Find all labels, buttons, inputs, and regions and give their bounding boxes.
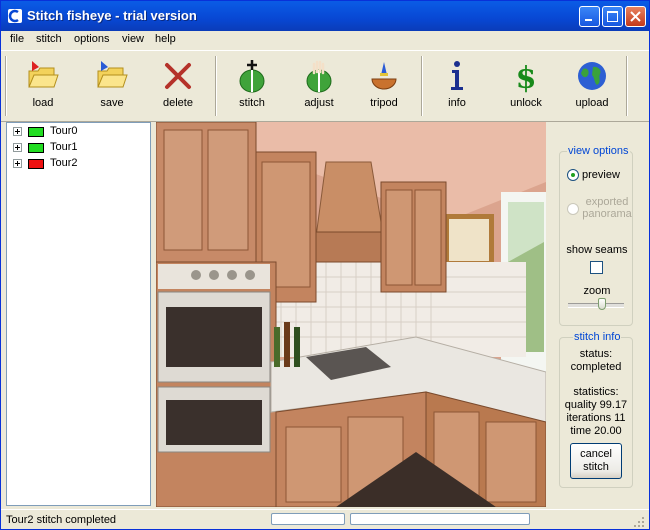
globe-icon xyxy=(578,62,606,90)
zoom-slider-track[interactable] xyxy=(568,303,624,308)
status-swatch xyxy=(28,159,44,169)
maximize-icon xyxy=(607,11,618,22)
statistics-label: statistics: xyxy=(573,386,619,398)
tour-tree[interactable]: Tour0 Tour1 Tour2 xyxy=(6,122,151,506)
panorama-preview[interactable] xyxy=(156,122,546,507)
stitch-info-title: stitch info xyxy=(573,331,622,343)
upload-button[interactable]: upload xyxy=(562,59,622,115)
stitch-icon xyxy=(239,60,265,93)
preview-label[interactable]: preview xyxy=(582,169,620,181)
toolbar-separator xyxy=(215,56,217,116)
close-icon xyxy=(630,11,641,22)
load-button[interactable]: load xyxy=(13,59,73,115)
show-seams-checkbox[interactable] xyxy=(590,261,603,274)
status-value: completed xyxy=(570,361,622,373)
iterations-value: iterations 11 xyxy=(566,412,626,424)
status-swatch xyxy=(28,127,44,137)
resize-grip-icon[interactable] xyxy=(633,516,645,528)
quality-value: quality 99.17 xyxy=(564,399,628,411)
toolbar-separator xyxy=(421,56,423,116)
menu-view[interactable]: view xyxy=(122,33,144,45)
expand-icon[interactable] xyxy=(13,143,22,152)
menu-stitch[interactable]: stitch xyxy=(36,33,62,45)
adjust-hand-icon xyxy=(306,60,332,93)
save-button[interactable]: save xyxy=(82,59,142,115)
stitch-info-group: stitch info status: completed statistics… xyxy=(559,331,633,488)
stitch-label: stitch xyxy=(239,97,265,109)
maximize-button[interactable] xyxy=(602,6,623,27)
minimize-button[interactable] xyxy=(579,6,600,27)
toolbar: load save delete stitch adjust tripod in… xyxy=(1,50,649,122)
time-value: time 20.00 xyxy=(570,425,622,437)
save-label: save xyxy=(100,97,124,109)
delete-x-icon xyxy=(165,63,191,89)
zoom-label: zoom xyxy=(583,285,611,297)
status-swatch xyxy=(28,143,44,153)
app-window: Stitch fisheye - trial version file stit… xyxy=(0,0,650,530)
toolbar-separator xyxy=(5,56,7,116)
zoom-slider-thumb[interactable] xyxy=(597,298,606,310)
tree-item-label: Tour1 xyxy=(50,141,78,153)
tripod-button[interactable]: tripod xyxy=(354,59,414,115)
menu-help[interactable]: help xyxy=(155,33,176,45)
show-seams-label: show seams xyxy=(566,244,628,256)
close-button[interactable] xyxy=(625,6,646,27)
menu-bar: file stitch options view help xyxy=(1,31,649,49)
minimize-icon xyxy=(585,19,592,21)
tree-item-label: Tour2 xyxy=(50,157,78,169)
tripod-icon xyxy=(371,62,397,90)
title-bar[interactable]: Stitch fisheye - trial version xyxy=(1,1,649,31)
folder-save-icon xyxy=(97,61,128,88)
status-pane xyxy=(271,513,345,525)
adjust-button[interactable]: adjust xyxy=(289,59,349,115)
tree-item-label: Tour0 xyxy=(50,125,78,137)
view-options-title: view options xyxy=(567,145,630,157)
app-icon xyxy=(8,9,22,23)
svg-text:$: $ xyxy=(516,61,537,93)
toolbar-separator xyxy=(626,56,628,116)
tripod-label: tripod xyxy=(370,97,398,109)
preview-radio[interactable] xyxy=(567,169,579,181)
side-panel: view options preview exported panorama s… xyxy=(551,122,641,506)
adjust-label: adjust xyxy=(304,97,334,109)
view-options-group: view options preview exported panorama s… xyxy=(559,145,633,326)
info-icon xyxy=(451,61,463,90)
exported-panorama-label: exported panorama xyxy=(582,196,632,220)
stitch-button[interactable]: stitch xyxy=(222,59,282,115)
progress-pane xyxy=(350,513,530,525)
delete-label: delete xyxy=(163,97,193,109)
status-message: Tour2 stitch completed xyxy=(6,514,117,526)
delete-button[interactable]: delete xyxy=(148,59,208,115)
status-bar: Tour2 stitch completed xyxy=(1,509,649,529)
menu-options[interactable]: options xyxy=(74,33,109,45)
panorama-image xyxy=(156,122,546,507)
unlock-label: unlock xyxy=(510,97,542,109)
expand-icon[interactable] xyxy=(13,159,22,168)
expand-icon[interactable] xyxy=(13,127,22,136)
load-label: load xyxy=(32,97,54,109)
window-title: Stitch fisheye - trial version xyxy=(27,8,197,23)
menu-file[interactable]: file xyxy=(10,33,24,45)
status-label: status: xyxy=(579,348,613,360)
exported-panorama-radio xyxy=(567,203,579,215)
folder-open-icon xyxy=(28,61,59,88)
info-button[interactable]: info xyxy=(427,59,487,115)
info-label: info xyxy=(448,97,466,109)
upload-label: upload xyxy=(575,97,609,109)
dollar-icon: $ xyxy=(516,61,537,93)
unlock-button[interactable]: $ unlock xyxy=(496,59,556,115)
cancel-stitch-button[interactable]: cancel stitch xyxy=(570,443,622,479)
